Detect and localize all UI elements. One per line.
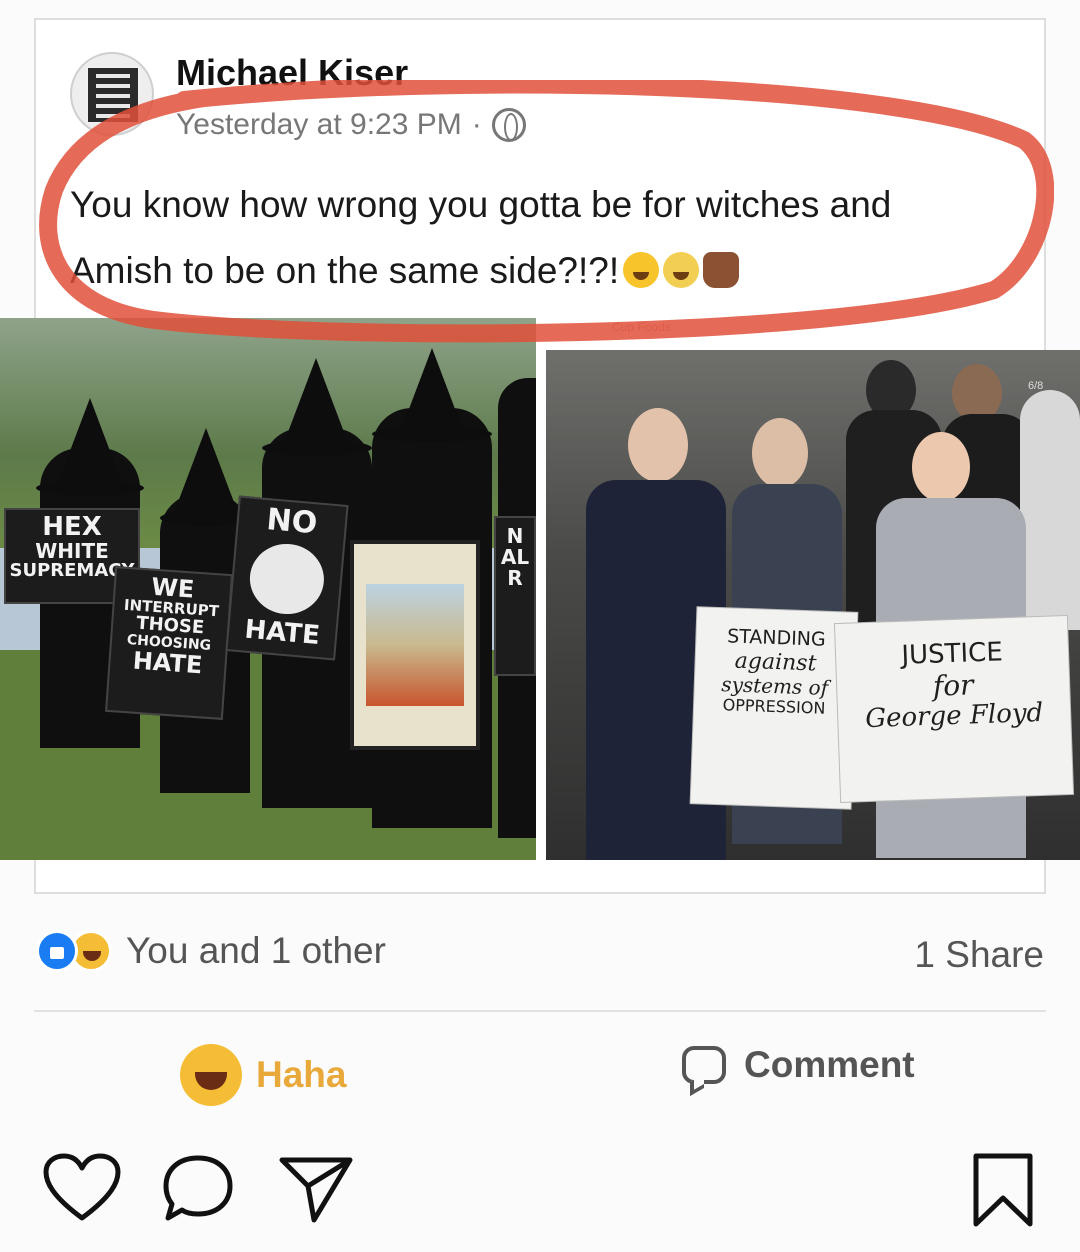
sign-no-hate: NO HATE — [225, 495, 349, 661]
witch-hat — [398, 348, 466, 438]
heart-icon[interactable] — [42, 1152, 122, 1224]
globe-icon — [491, 108, 526, 142]
avatar[interactable] — [70, 52, 154, 136]
post-text-line-1: You know how wrong you gotta be for witc… — [70, 184, 892, 225]
sign-we-interrupt: WE INTERRUPT THOSE CHOOSING HATE — [105, 566, 233, 720]
sign-tarot-strength-card — [350, 540, 480, 750]
raised-fist-icon — [703, 252, 740, 288]
witch-hat-brim — [372, 426, 492, 442]
scream-icon — [663, 252, 700, 288]
post-body-text: You know how wrong you gotta be for witc… — [70, 172, 1030, 304]
post-text-line-2: Amish to be on the same side?!?! — [70, 250, 620, 291]
tarot-art — [366, 584, 464, 706]
comment-button[interactable]: Comment — [682, 1044, 915, 1086]
sign-standing-against-oppression: STANDING against systems of OPPRESSION — [690, 607, 858, 809]
comment-bubble-icon[interactable] — [160, 1152, 236, 1224]
author-name[interactable]: Michael Kiser — [176, 52, 408, 94]
dove-hand-art — [247, 540, 327, 617]
like-reaction-icon — [36, 930, 78, 972]
haha-label: Haha — [256, 1054, 347, 1095]
photo-divider — [536, 318, 546, 860]
haha-emoji-icon — [180, 1044, 242, 1106]
witch-hat-brim — [262, 440, 372, 456]
amish-protest-photo[interactable]: STANDING against systems of OPPRESSION J… — [546, 350, 1080, 860]
sign-justice-for-george-floyd: JUSTICE for George Floyd — [834, 616, 1074, 802]
photo-counter: 6/8 — [1028, 380, 1044, 392]
divider — [34, 1010, 1046, 1012]
rofl-icon — [623, 252, 660, 288]
post-meta: Yesterday at 9:23 PM · — [176, 108, 526, 142]
witch-hat — [172, 428, 240, 518]
bookmark-icon[interactable] — [970, 1152, 1036, 1228]
witch-hat-brim — [36, 480, 144, 496]
sign-partial-right: N AL R — [494, 516, 536, 676]
photo-watermark: Cup Foods — [612, 320, 671, 334]
comment-label: Comment — [744, 1044, 915, 1085]
witches-protest-photo[interactable]: HEX WHITE SUPREMACY WE INTERRUPT THOSE C… — [0, 318, 536, 860]
send-icon[interactable] — [278, 1152, 354, 1224]
meta-separator: · — [471, 108, 482, 141]
witch-hat — [56, 398, 124, 488]
speech-bubble-icon — [682, 1046, 726, 1084]
witch-hat — [282, 358, 350, 448]
haha-button[interactable]: Haha — [180, 1044, 346, 1106]
reaction-summary[interactable]: You and 1 other — [36, 930, 386, 972]
avatar-sign-image — [86, 66, 140, 124]
share-count[interactable]: 1 Share — [914, 934, 1044, 976]
screenshot-page: Michael Kiser Yesterday at 9:23 PM · You… — [0, 0, 1080, 1252]
reaction-count: You and 1 other — [126, 930, 386, 971]
post-timestamp[interactable]: Yesterday at 9:23 PM — [176, 108, 462, 142]
